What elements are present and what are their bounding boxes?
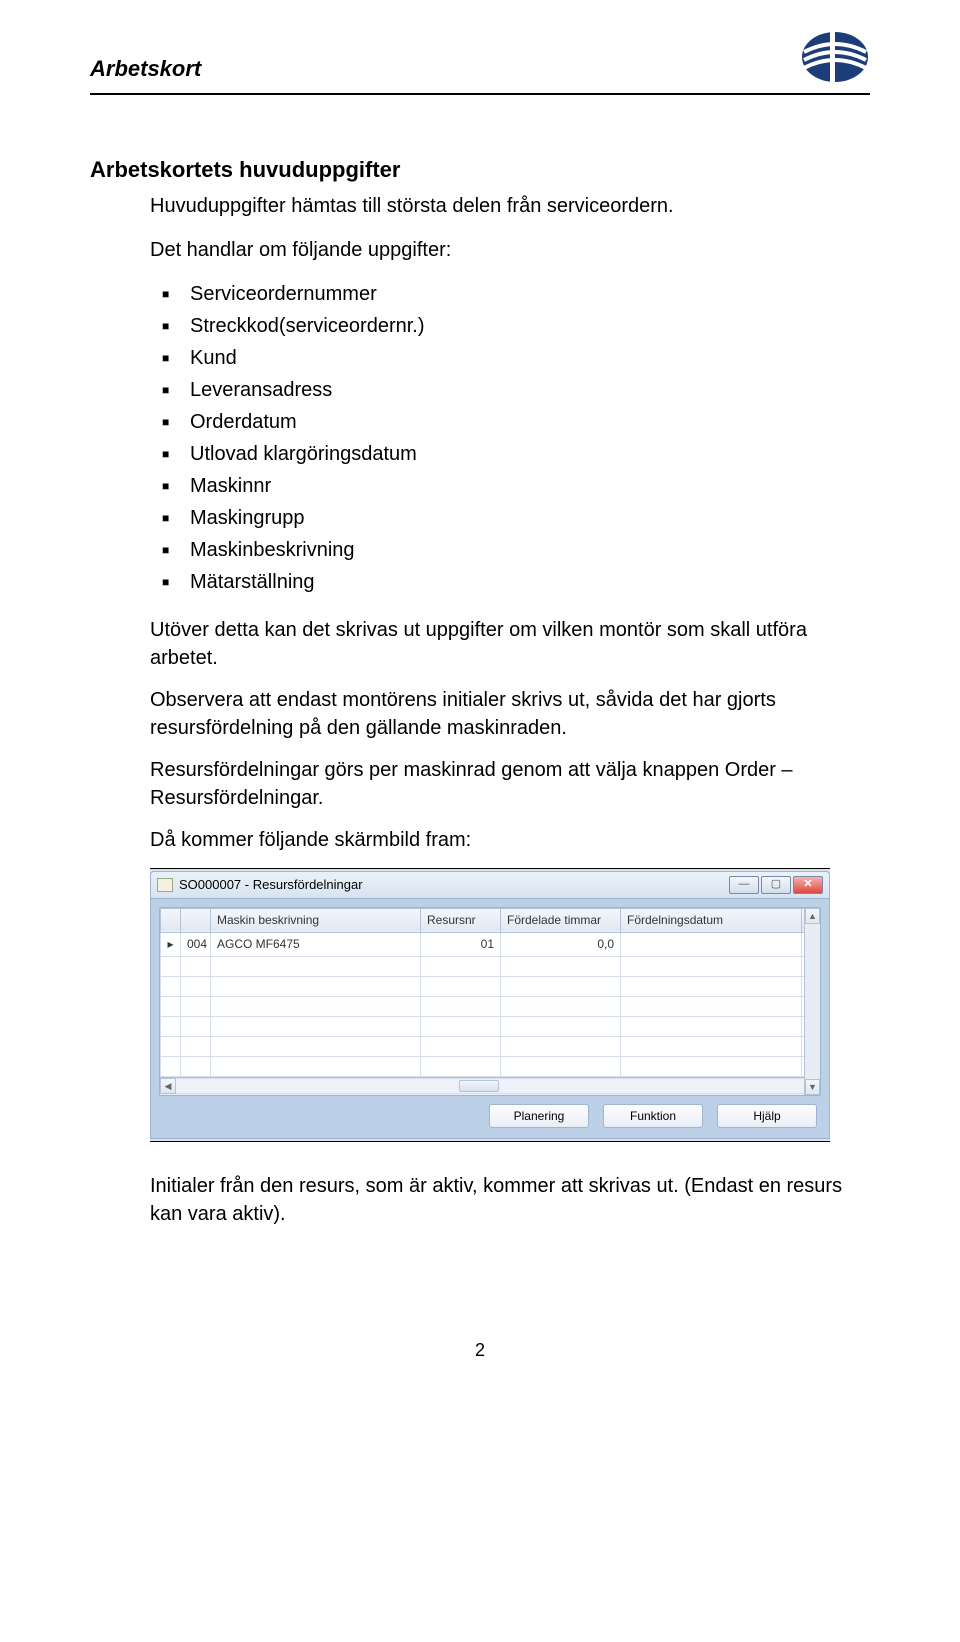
header-title: Arbetskort xyxy=(90,54,201,85)
maximize-button[interactable]: ▢ xyxy=(761,876,791,894)
grid-row[interactable] xyxy=(161,1036,820,1056)
grid-header-cell[interactable]: Fördelningsdatum xyxy=(621,908,802,932)
intro-text: Huvuduppgifter hämtas till största delen… xyxy=(150,192,870,220)
company-logo-icon xyxy=(800,30,870,85)
grid-header-cell[interactable]: Maskin beskrivning xyxy=(211,908,421,932)
bullet-item: Kund xyxy=(190,344,870,372)
grid-cell[interactable] xyxy=(621,932,802,956)
paragraph: Observera att endast montörens initialer… xyxy=(150,686,870,742)
minimize-button[interactable]: — xyxy=(729,876,759,894)
grid-header-cell[interactable]: Resursnr xyxy=(421,908,501,932)
window-button-row: Planering Funktion Hjälp xyxy=(159,1096,821,1131)
grid-row[interactable] xyxy=(161,1056,820,1076)
bullet-item: Maskinnr xyxy=(190,472,870,500)
window-app-icon xyxy=(157,878,173,892)
page-number: 2 xyxy=(90,1338,870,1363)
grid-cell[interactable]: 01 xyxy=(421,932,501,956)
paragraph: Utöver detta kan det skrivas ut uppgifte… xyxy=(150,616,870,672)
paragraph: Resursfördelningar görs per maskinrad ge… xyxy=(150,756,870,812)
bullet-item: Serviceordernummer xyxy=(190,280,870,308)
bullet-item: Utlovad klargöringsdatum xyxy=(190,440,870,468)
grid-cell[interactable]: 0,0 xyxy=(501,932,621,956)
window-title: SO000007 - Resursfördelningar xyxy=(179,876,363,894)
page-header: Arbetskort xyxy=(90,30,870,95)
vertical-scrollbar[interactable]: ▲ ▼ xyxy=(804,908,820,1095)
grid-corner xyxy=(161,908,181,932)
horizontal-scrollbar[interactable]: ◀ ▶ xyxy=(160,1077,820,1095)
grid-cell[interactable]: AGCO MF6475 xyxy=(211,932,421,956)
planering-button[interactable]: Planering xyxy=(489,1104,589,1129)
scroll-thumb[interactable] xyxy=(459,1080,499,1092)
grid-row[interactable] xyxy=(161,956,820,976)
grid-row[interactable]: ▸ 004 AGCO MF6475 01 0,0 xyxy=(161,932,820,956)
bullet-item: Streckkod(serviceordernr.) xyxy=(190,312,870,340)
grid-header-cell[interactable]: Fördelade timmar xyxy=(501,908,621,932)
scroll-track[interactable] xyxy=(176,1078,804,1094)
row-indicator-icon: ▸ xyxy=(161,932,181,956)
grid-row[interactable] xyxy=(161,1016,820,1036)
funktion-button[interactable]: Funktion xyxy=(603,1104,703,1129)
resource-allocation-window: SO000007 - Resursfördelningar — ▢ ✕ xyxy=(150,868,830,1143)
grid-row[interactable] xyxy=(161,996,820,1016)
lead-text: Det handlar om följande uppgifter: xyxy=(150,236,870,264)
footer-paragraph: Initialer från den resurs, som är aktiv,… xyxy=(150,1172,870,1228)
grid-header-row: Maskin beskrivning Resursnr Fördelade ti… xyxy=(161,908,820,932)
scroll-down-icon[interactable]: ▼ xyxy=(805,1079,820,1095)
scroll-up-icon[interactable]: ▲ xyxy=(805,908,820,924)
scroll-left-icon[interactable]: ◀ xyxy=(160,1078,176,1094)
bullet-item: Orderdatum xyxy=(190,408,870,436)
bullet-item: Leveransadress xyxy=(190,376,870,404)
window-titlebar[interactable]: SO000007 - Resursfördelningar — ▢ ✕ xyxy=(150,871,830,899)
bullet-item: Mätarställning xyxy=(190,568,870,596)
grid-cell[interactable]: 004 xyxy=(181,932,211,956)
bullet-item: Maskingrupp xyxy=(190,504,870,532)
section-heading: Arbetskortets huvuduppgifter xyxy=(90,155,870,186)
paragraph: Då kommer följande skärmbild fram: xyxy=(150,826,870,854)
hjalp-button[interactable]: Hjälp xyxy=(717,1104,817,1129)
bullet-list: Serviceordernummer Streckkod(serviceorde… xyxy=(190,280,870,596)
data-grid[interactable]: Maskin beskrivning Resursnr Fördelade ti… xyxy=(159,907,821,1096)
bullet-item: Maskinbeskrivning xyxy=(190,536,870,564)
grid-header-cell[interactable] xyxy=(181,908,211,932)
close-button[interactable]: ✕ xyxy=(793,876,823,894)
grid-row[interactable] xyxy=(161,976,820,996)
